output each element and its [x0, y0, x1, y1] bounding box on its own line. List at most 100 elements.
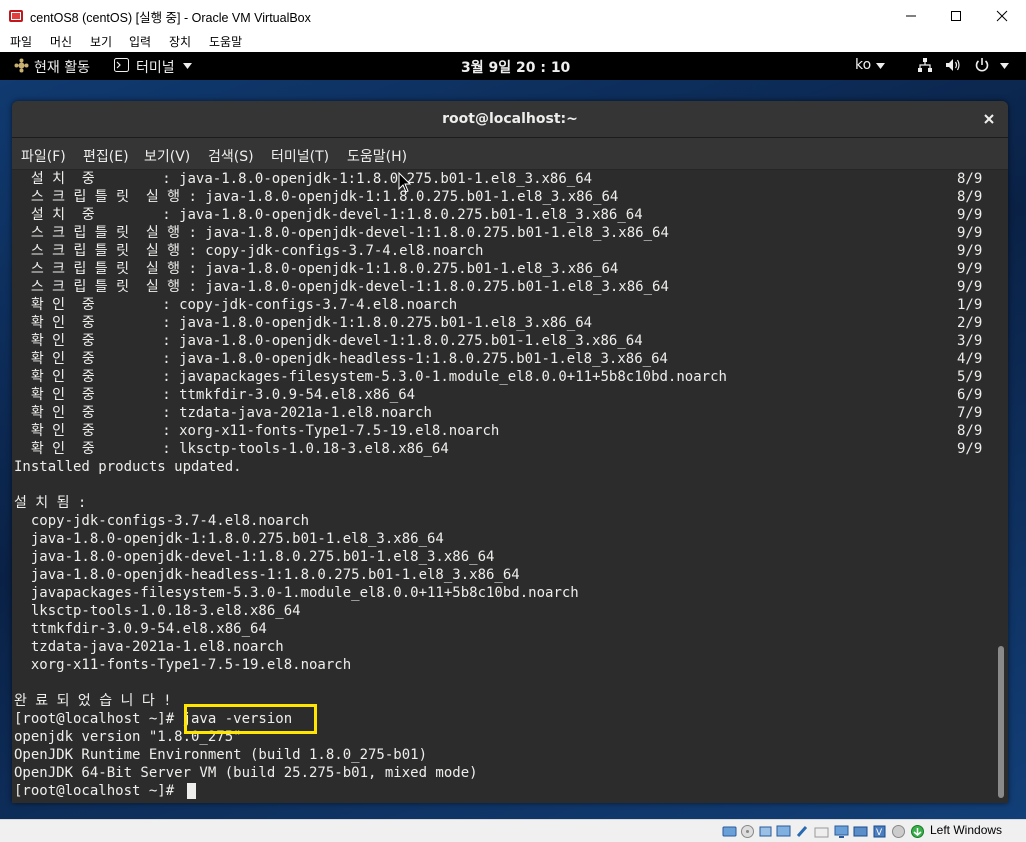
chevron-down-icon	[1000, 63, 1009, 69]
terminal-line: 확 인 중 : tzdata-java-2021a-1.el8.noarch	[14, 405, 432, 421]
guest-display[interactable]: 현재 활동 터미널 3월 9일 20 : 10 ko root@localhos…	[0, 52, 1026, 819]
terminal-line: Installed products updated.	[14, 459, 242, 475]
terminal-menu-help[interactable]: 도움말(H)	[347, 146, 407, 166]
terminal-line: openjdk version "1.8.0_275"	[14, 729, 242, 745]
terminal-menu-file[interactable]: 파일(F)	[21, 146, 66, 166]
terminal-line: 확 인 중 : java-1.8.0-openjdk-1:1.8.0.275.b…	[14, 315, 593, 331]
highlight-box	[184, 704, 317, 734]
progress-counter: 9/9	[957, 225, 983, 241]
activities-button[interactable]: 현재 활동	[34, 57, 90, 77]
terminal-line: xorg-x11-fonts-Type1-7.5-19.el8.noarch	[14, 657, 352, 673]
close-icon	[996, 10, 1008, 21]
optical-drive-icon[interactable]	[740, 824, 755, 839]
hard-disk-icon[interactable]	[722, 824, 737, 839]
terminal-window: root@localhost:~ 파일(F) 편집(E) 보기(V) 검색(S)…	[12, 101, 1008, 803]
terminal-menu-edit[interactable]: 편집(E)	[83, 146, 129, 166]
terminal-line: java-1.8.0-openjdk-1:1.8.0.275.b01-1.el8…	[14, 531, 444, 547]
network-adapter-icon[interactable]	[776, 824, 791, 839]
progress-counter: 9/9	[957, 441, 983, 457]
close-icon	[984, 114, 994, 124]
terminal-line: OpenJDK Runtime Environment (build 1.8.0…	[14, 747, 428, 763]
menu-machine[interactable]: 머신	[50, 33, 72, 50]
shared-folders-icon[interactable]	[814, 824, 829, 839]
terminal-line: 완 료 되 었 습 니 다 !	[14, 693, 172, 709]
terminal-line: OpenJDK 64-Bit Server VM (build 25.275-b…	[14, 765, 478, 781]
terminal-line: 스 크 립 틀 릿 실 행 : java-1.8.0-openjdk-devel…	[14, 225, 669, 241]
virtualbox-app-icon	[9, 10, 23, 22]
terminal-header-bar[interactable]: root@localhost:~	[12, 101, 1008, 138]
app-menu-button[interactable]: 터미널	[136, 57, 175, 77]
terminal-line: 확 인 중 : copy-jdk-configs-3.7-4.el8.noarc…	[14, 297, 458, 313]
close-button[interactable]	[979, 0, 1025, 31]
progress-counter: 9/9	[957, 279, 983, 295]
menu-view[interactable]: 보기	[90, 33, 112, 50]
terminal-menu-view[interactable]: 보기(V)	[144, 146, 190, 166]
mouse-pointer-icon	[398, 172, 412, 193]
terminal-menu-terminal[interactable]: 터미널(T)	[271, 146, 329, 166]
scrollbar-thumb[interactable]	[998, 646, 1004, 798]
terminal-line: 스 크 립 틀 릿 실 행 : java-1.8.0-openjdk-devel…	[14, 279, 669, 295]
chevron-down-icon	[183, 63, 192, 69]
keyboard-capture-icon[interactable]	[910, 824, 925, 839]
progress-counter: 5/9	[957, 369, 983, 385]
terminal-line: 확 인 중 : xorg-x11-fonts-Type1-7.5-19.el8.…	[14, 423, 500, 439]
terminal-title: root@localhost:~	[442, 111, 578, 127]
terminal-menu-search[interactable]: 검색(S)	[208, 146, 254, 166]
terminal-line: [root@localhost ~]# java -version	[14, 711, 293, 727]
input-method-indicator[interactable]: ko	[855, 57, 871, 73]
progress-counter: 8/9	[957, 423, 983, 439]
window-title: centOS8 (centOS) [실행 중] - Oracle VM Virt…	[30, 11, 311, 25]
activities-icon	[14, 58, 29, 73]
clock[interactable]: 3월 9일 20 : 10	[461, 57, 570, 77]
host-key-label: Left Windows	[930, 823, 1003, 837]
progress-counter: 2/9	[957, 315, 983, 331]
menu-input[interactable]: 입력	[129, 33, 151, 50]
progress-counter: 8/9	[957, 171, 983, 187]
terminal-line: java-1.8.0-openjdk-devel-1:1.8.0.275.b01…	[14, 549, 495, 565]
terminal-app-icon	[114, 58, 129, 72]
svg-text:V: V	[876, 828, 883, 838]
display-icon[interactable]	[834, 824, 849, 839]
audio-icon[interactable]	[758, 824, 773, 839]
progress-counter: 7/9	[957, 405, 983, 421]
power-icon[interactable]	[974, 57, 990, 73]
virtualization-icon[interactable]: V	[872, 824, 887, 839]
mouse-integration-icon[interactable]	[891, 824, 906, 839]
volume-icon[interactable]	[945, 57, 962, 73]
usb-icon[interactable]	[795, 824, 810, 839]
maximize-button[interactable]	[933, 0, 979, 31]
terminal-line: javapackages-filesystem-5.3.0-1.module_e…	[14, 585, 579, 601]
text-cursor	[186, 783, 196, 799]
terminal-line: 스 크 립 틀 릿 실 행 : java-1.8.0-openjdk-1:1.8…	[14, 189, 619, 205]
menu-help[interactable]: 도움말	[209, 33, 242, 50]
host-menu-bar: 파일 머신 보기 입력 장치 도움말	[0, 31, 1026, 52]
video-capture-icon[interactable]	[853, 824, 868, 839]
progress-counter: 4/9	[957, 351, 983, 367]
progress-counter: 6/9	[957, 387, 983, 403]
terminal-line: [root@localhost ~]#	[14, 782, 727, 800]
terminal-line: 확 인 중 : java-1.8.0-openjdk-devel-1:1.8.0…	[14, 333, 643, 349]
menu-devices[interactable]: 장치	[169, 33, 191, 50]
progress-counter: 3/9	[957, 333, 983, 349]
minimize-button[interactable]	[888, 0, 934, 31]
terminal-line: 설 치 중 : java-1.8.0-openjdk-1:1.8.0.275.b…	[14, 171, 593, 187]
maximize-icon	[951, 10, 961, 21]
terminal-close-button[interactable]	[980, 110, 998, 128]
progress-counter: 9/9	[957, 243, 983, 259]
gnome-top-bar: 현재 활동 터미널 3월 9일 20 : 10 ko	[0, 52, 1026, 80]
terminal-menu-bar: 파일(F) 편집(E) 보기(V) 검색(S) 터미널(T) 도움말(H)	[12, 138, 1008, 170]
terminal-line: 설 치 됨 :	[14, 495, 87, 511]
terminal-line: 확 인 중 : ttmkfdir-3.0.9-54.el8.x86_64	[14, 387, 416, 403]
host-status-bar: V Left Windows	[0, 819, 1026, 842]
network-icon[interactable]	[917, 57, 933, 73]
menu-file[interactable]: 파일	[10, 33, 32, 50]
terminal-line: java-1.8.0-openjdk-headless-1:1.8.0.275.…	[14, 567, 520, 583]
progress-counter: 9/9	[957, 207, 983, 223]
progress-counter: 8/9	[957, 189, 983, 205]
progress-counter: 9/9	[957, 261, 983, 277]
terminal-line: lksctp-tools-1.0.18-3.el8.x86_64	[14, 603, 301, 619]
chevron-down-icon	[876, 63, 885, 69]
terminal-output[interactable]: 설 치 중 : java-1.8.0-openjdk-1:1.8.0.275.b…	[12, 170, 1008, 803]
